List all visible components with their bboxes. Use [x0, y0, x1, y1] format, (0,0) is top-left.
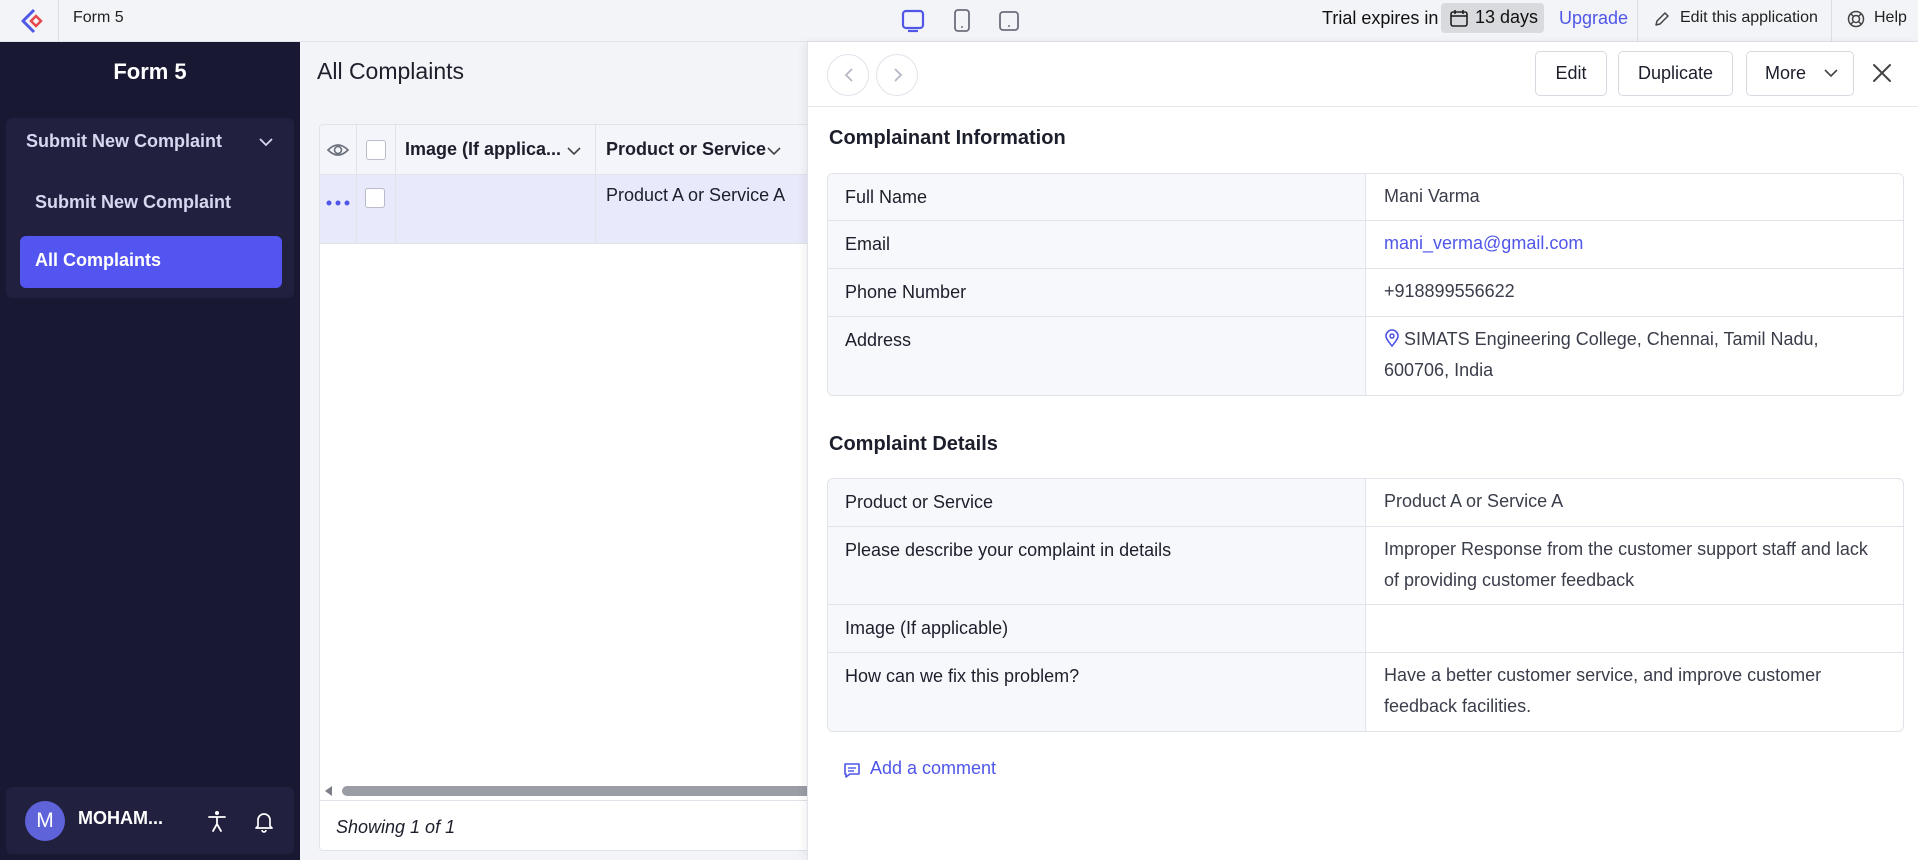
- tablet-icon[interactable]: [948, 7, 976, 35]
- field-row: Address SIMATS Engineering College, Chen…: [828, 317, 1903, 395]
- field-value: SIMATS Engineering College, Chennai, Tam…: [1366, 311, 1903, 395]
- help-label: Help: [1874, 9, 1907, 26]
- more-label: More: [1765, 63, 1807, 83]
- divider: [395, 125, 396, 244]
- field-value: Mani Varma: [1384, 186, 1480, 206]
- mobile-icon[interactable]: [995, 7, 1023, 35]
- email-link[interactable]: mani_verma@gmail.com: [1366, 215, 1903, 268]
- trial-days: 13 days: [1475, 7, 1539, 27]
- field-row: Phone Number +918899556622: [828, 269, 1903, 317]
- lifebuoy-icon: [1847, 10, 1865, 28]
- cell-product: Product A or Service A: [606, 185, 786, 205]
- duplicate-button[interactable]: Duplicate: [1618, 51, 1733, 96]
- field-label: Please describe your complaint in detail…: [828, 527, 1366, 604]
- field-label: Email: [828, 221, 1366, 268]
- desktop-icon[interactable]: [899, 7, 927, 35]
- upgrade-link[interactable]: Upgrade: [1559, 8, 1628, 29]
- app-name: Form 5: [73, 9, 124, 26]
- section-title: Complainant Information: [829, 127, 1066, 149]
- map-pin-icon: [1385, 329, 1399, 347]
- detail-toolbar: Edit Duplicate More: [808, 42, 1918, 107]
- field-row: Email mani_verma@gmail.com: [828, 221, 1903, 269]
- field-value: Improper Response from the customer supp…: [1384, 539, 1868, 590]
- field-row: How can we fix this problem? Have a bett…: [828, 653, 1903, 731]
- field-label: Image (If applicable): [828, 605, 1366, 652]
- field-row: Please describe your complaint in detail…: [828, 527, 1903, 605]
- field-value: +918899556622: [1384, 281, 1515, 301]
- nav-group-header[interactable]: Submit New Complaint: [26, 131, 222, 152]
- divider: [320, 800, 818, 801]
- row-checkbox[interactable]: [365, 188, 385, 208]
- add-comment-label: Add a comment: [870, 758, 997, 778]
- chevron-down-icon[interactable]: [258, 134, 274, 150]
- column-header-product[interactable]: Product or Service: [606, 139, 766, 160]
- bell-icon[interactable]: [253, 809, 275, 833]
- avatar[interactable]: M: [25, 801, 65, 841]
- complaint-details-table: Product or Service Product A or Service …: [827, 478, 1904, 732]
- complaints-table: Image (If applica... Product or Service …: [319, 124, 819, 851]
- divider: [1637, 0, 1638, 42]
- more-button[interactable]: More: [1746, 51, 1854, 96]
- horizontal-scrollbar[interactable]: [320, 784, 818, 798]
- field-label: How can we fix this problem?: [828, 653, 1366, 731]
- edit-button[interactable]: Edit: [1535, 51, 1607, 96]
- trial-days-badge: 13 days: [1441, 3, 1544, 33]
- field-value: [1366, 599, 1903, 652]
- sidebar-item-submit-new-complaint[interactable]: Submit New Complaint: [20, 178, 282, 230]
- scrollbar-thumb[interactable]: [342, 786, 818, 796]
- sidebar: Form 5 Submit New Complaint Submit New C…: [0, 42, 300, 860]
- chevron-down-icon[interactable]: [566, 145, 582, 157]
- field-label: Full Name: [828, 174, 1366, 220]
- comment-icon: [844, 763, 860, 778]
- record-detail-panel: Edit Duplicate More Complainant Informat…: [807, 42, 1918, 860]
- sidebar-item-all-complaints[interactable]: All Complaints: [20, 236, 282, 288]
- form-title: Form 5: [113, 59, 187, 84]
- app-logo-icon[interactable]: [14, 6, 46, 36]
- field-value: Product A or Service A: [1384, 491, 1564, 511]
- chevron-down-icon: [1824, 69, 1838, 78]
- next-record-button[interactable]: [876, 54, 918, 96]
- close-icon[interactable]: [1871, 62, 1893, 84]
- field-label: Phone Number: [828, 269, 1366, 316]
- address-link[interactable]: SIMATS Engineering College, Chennai, Tam…: [1384, 329, 1819, 380]
- pencil-icon: [1655, 12, 1669, 26]
- divider: [58, 0, 59, 42]
- previous-record-button[interactable]: [827, 54, 869, 96]
- divider: [595, 125, 596, 244]
- field-value: Have a better customer service, and impr…: [1384, 665, 1822, 716]
- field-label: Product or Service: [828, 479, 1366, 526]
- column-header-image[interactable]: Image (If applica...: [405, 139, 561, 160]
- divider: [356, 125, 357, 244]
- section-title: Complaint Details: [829, 433, 998, 455]
- field-row: Image (If applicable): [828, 605, 1903, 653]
- select-all-checkbox[interactable]: [366, 140, 386, 160]
- scroll-left-icon[interactable]: [325, 786, 332, 796]
- field-label: Address: [828, 317, 1366, 395]
- field-row: Product or Service Product A or Service …: [828, 479, 1903, 527]
- trial-label: Trial expires in: [1322, 8, 1439, 28]
- divider: [1831, 0, 1832, 42]
- eye-icon[interactable]: [326, 140, 350, 160]
- chevron-left-icon: [844, 68, 853, 82]
- accessibility-icon[interactable]: [206, 809, 228, 833]
- edit-application-label: Edit this application: [1680, 9, 1818, 26]
- chevron-down-icon[interactable]: [766, 145, 782, 157]
- user-name[interactable]: MOHAM...: [78, 808, 163, 829]
- chevron-right-icon: [894, 68, 903, 82]
- record-count: Showing 1 of 1: [336, 817, 456, 837]
- field-row: Full Name Mani Varma: [828, 174, 1903, 221]
- calendar-icon: [1450, 10, 1468, 27]
- top-bar: Form 5 Trial expires in 13 days Upgrade …: [0, 0, 1918, 42]
- nav-group: Submit New Complaint Submit New Complain…: [6, 118, 294, 298]
- page-title: All Complaints: [317, 58, 464, 84]
- row-actions-icon[interactable]: [324, 197, 352, 209]
- complainant-info-table: Full Name Mani Varma Email mani_verma@gm…: [827, 173, 1904, 396]
- user-box: M MOHAM...: [6, 787, 294, 854]
